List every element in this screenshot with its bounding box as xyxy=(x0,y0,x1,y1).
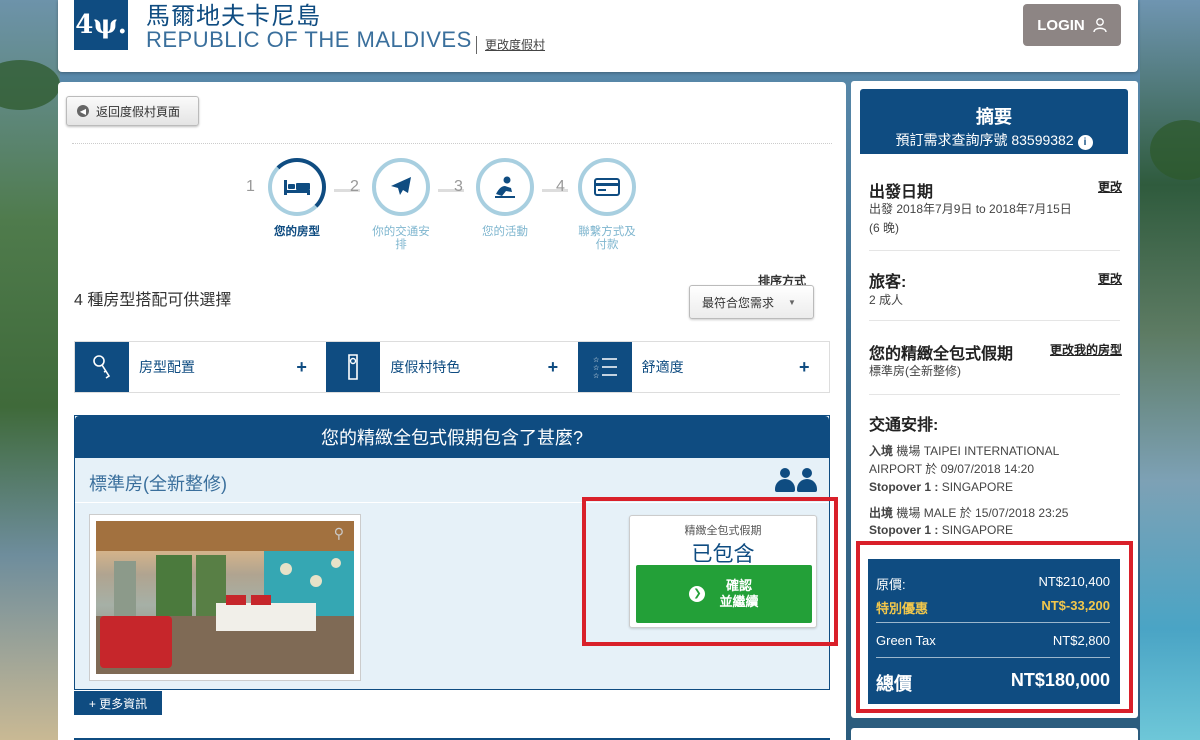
inbound-text: 機場 TAIPEI INTERNATIONAL xyxy=(896,444,1060,458)
booking-reference: 預訂需求查詢序號 83599382 xyxy=(895,132,1074,148)
highlight-box-price xyxy=(856,541,1133,713)
outbound-text: 機場 MALE 於 15/07/2018 23:25 xyxy=(896,506,1069,520)
back-arrow-icon: ◀ xyxy=(77,105,89,117)
change-resort-link[interactable]: 更改度假村 xyxy=(476,36,545,54)
svg-text:☆: ☆ xyxy=(593,356,599,364)
key-icon xyxy=(75,342,129,392)
two-adults-icon xyxy=(775,468,817,492)
svg-text:☆: ☆ xyxy=(593,372,599,379)
highlight-box-package xyxy=(582,497,838,646)
divider xyxy=(869,250,1120,251)
step-number: 4 xyxy=(556,178,565,195)
step-number: 2 xyxy=(350,178,359,195)
filter-bar: 房型配置 + 度假村特色 + ☆ ☆ ☆ 舒適度 + xyxy=(74,341,830,393)
step-label: 您的活動 xyxy=(482,226,528,238)
bed-icon xyxy=(268,158,326,216)
divider xyxy=(869,320,1120,321)
filter-label: 房型配置 xyxy=(139,359,195,375)
sort-select[interactable]: 最符合您需求 ▼ xyxy=(689,285,814,319)
departure-dates: 出發 2018年7月9日 to 2018年7月15日 xyxy=(869,202,1072,216)
filter-label: 度假村特色 xyxy=(390,359,461,375)
divider xyxy=(869,394,1120,395)
filter-room-config[interactable]: 房型配置 + xyxy=(75,342,326,392)
star-list-icon: ☆ ☆ ☆ xyxy=(577,342,632,392)
svg-text:☆: ☆ xyxy=(593,364,599,372)
more-info-button[interactable]: + 更多資訊 xyxy=(74,691,162,715)
room-name: 標準房(全新整修) xyxy=(89,474,227,494)
outbound-label: 出境 xyxy=(869,506,894,520)
sidebar-next-panel xyxy=(851,728,1138,740)
travelers-count: 2 成人 xyxy=(869,293,904,307)
step-transport[interactable]: 2 你的交通安排 xyxy=(348,158,444,252)
departure-title: 出發日期 xyxy=(869,184,934,201)
stopover-label: Stopover 1 : xyxy=(869,480,939,494)
background-scenery-left xyxy=(0,0,60,740)
step-label: 聯繫方式及付款 xyxy=(578,226,636,251)
travelers-title: 旅客: xyxy=(869,274,907,291)
sort-value: 最符合您需求 xyxy=(702,295,775,310)
change-room-link[interactable]: 更改我的房型 xyxy=(1050,341,1122,358)
plus-icon: + xyxy=(296,356,307,377)
login-label: LOGIN xyxy=(1037,16,1085,34)
included-title: 您的精緻全包式假期包含了甚麼? xyxy=(75,416,829,458)
step-number: 1 xyxy=(246,178,255,195)
summary-title: 摘要 xyxy=(976,107,1012,127)
plus-icon: + xyxy=(547,356,559,377)
step-room[interactable]: 1 您的房型 xyxy=(244,158,340,239)
room-image: ⚲ xyxy=(96,521,354,674)
divider xyxy=(72,143,832,144)
stopover-city: SINGAPORE xyxy=(938,480,1014,494)
package-title: 您的精緻全包式假期 xyxy=(869,346,1014,363)
transport-title: 交通安排: xyxy=(869,417,939,434)
door-hanger-icon xyxy=(326,342,381,392)
step-activities[interactable]: 3 您的活動 xyxy=(452,158,548,239)
step-number: 3 xyxy=(454,178,463,195)
package-room: 標準房(全新整修) xyxy=(869,364,961,378)
step-label: 你的交通安排 xyxy=(372,226,430,251)
background-scenery-right xyxy=(1140,0,1200,740)
room-count: 4 種房型搭配可供選擇 xyxy=(74,292,232,309)
room-photo[interactable]: ⚲ xyxy=(89,514,361,681)
summary-header: 摘要 預訂需求查詢序號 83599382 i xyxy=(860,89,1128,154)
step-payment[interactable]: 4 聯繫方式及付款 xyxy=(554,158,650,252)
change-departure-link[interactable]: 更改 xyxy=(1098,178,1122,195)
airplane-icon xyxy=(372,158,430,216)
filter-comfort[interactable]: ☆ ☆ ☆ 舒適度 + xyxy=(577,342,829,392)
site-header: 4ψ. 馬爾地夫卡尼島 REPUBLIC OF THE MALDIVES 更改度… xyxy=(58,0,1138,72)
info-icon[interactable]: i xyxy=(1077,135,1093,150)
user-icon xyxy=(1093,18,1107,33)
departure-nights: (6 晚) xyxy=(869,221,900,235)
outbound-stopover: Stopover 1 : SINGAPORE xyxy=(869,521,1013,540)
inbound-stopover: Stopover 1 : SINGAPORE xyxy=(869,478,1013,497)
resort-country: REPUBLIC OF THE MALDIVES xyxy=(146,27,472,52)
back-to-resort-button[interactable]: ◀ 返回度假村頁面 xyxy=(66,96,199,126)
zoom-icon: ⚲ xyxy=(333,525,344,541)
stopover-label: Stopover 1 : xyxy=(869,523,939,537)
spa-icon xyxy=(476,158,534,216)
inbound-time: AIRPORT 於 09/07/2018 14:20 xyxy=(869,462,1034,476)
change-travelers-link[interactable]: 更改 xyxy=(1098,270,1122,287)
chevron-down-icon: ▼ xyxy=(788,297,796,307)
login-button[interactable]: LOGIN xyxy=(1023,4,1121,46)
back-label: 返回度假村頁面 xyxy=(96,104,181,119)
filter-label: 舒適度 xyxy=(641,359,684,375)
filter-resort-features[interactable]: 度假村特色 + xyxy=(326,342,577,392)
inbound-label: 入境 xyxy=(869,444,894,458)
inbound-flight: 入境 機場 TAIPEI INTERNATIONAL xyxy=(869,442,1059,461)
credit-card-icon xyxy=(578,158,636,216)
stopover-city: SINGAPORE xyxy=(938,523,1014,537)
step-label: 您的房型 xyxy=(274,226,320,238)
plus-icon: + xyxy=(798,356,810,377)
resort-logo[interactable]: 4ψ. xyxy=(74,0,128,50)
